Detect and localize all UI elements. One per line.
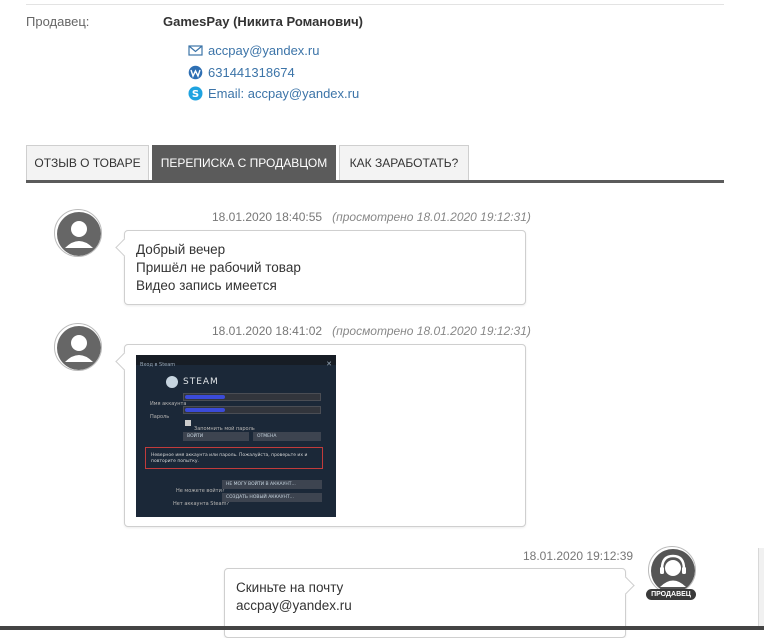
login-button: ВОЙТИ: [183, 432, 249, 441]
message-time: 18.01.2020 19:12:39: [523, 549, 634, 563]
steam-logo-text: STEAM: [183, 377, 219, 387]
message-meta: 18.01.2020 18:40:55 (просмотрено 18.01.2…: [212, 210, 531, 224]
bubble-pointer: [616, 576, 635, 595]
seller-name: GamesPay (Никита Романович): [163, 14, 363, 29]
envelope-icon: [188, 43, 203, 58]
svg-text:S: S: [192, 89, 199, 100]
user-icon: [57, 212, 101, 256]
tab-seller-chat[interactable]: ПЕРЕПИСКА С ПРОДАВЦОМ: [152, 145, 336, 180]
message-bubble: Вход в Steam ✕ STEAM Имя аккаунта Пароль…: [115, 344, 526, 527]
webmoney-icon: [188, 65, 203, 80]
message-line: accpay@yandex.ru: [236, 598, 352, 613]
password-label: Пароль: [150, 414, 170, 420]
error-box: Неверное имя аккаунта или пароль. Пожалу…: [145, 447, 323, 469]
message-time: 18.01.2020 18:41:02: [212, 324, 323, 338]
user-icon: [57, 326, 101, 370]
tab-bar: ОТЗЫВ О ТОВАРЕ ПЕРЕПИСКА С ПРОДАВЦОМ КАК…: [26, 145, 724, 183]
message-viewed: (просмотрено 18.01.2020 19:12:31): [332, 324, 531, 338]
message-line: Добрый вечер: [136, 242, 226, 257]
steam-logo-icon: [166, 376, 178, 388]
window-titlebar: Вход в Steam ✕: [136, 355, 336, 368]
attachment-image[interactable]: Вход в Steam ✕ STEAM Имя аккаунта Пароль…: [136, 355, 336, 517]
contact-skype[interactable]: S Email: accpay@yandex.ru: [188, 86, 359, 101]
buyer-avatar: [54, 323, 102, 371]
contact-webmoney[interactable]: 631441318674: [188, 65, 295, 80]
redaction-mark: [185, 395, 225, 399]
message-line: Скиньте на почту: [236, 580, 344, 595]
redaction-mark: [185, 408, 225, 412]
tab-how-to-earn[interactable]: КАК ЗАРАБОТАТЬ?: [339, 145, 469, 180]
bottom-bar: [0, 626, 764, 630]
seller-avatar: [648, 546, 696, 594]
bubble-pointer: [115, 238, 134, 257]
contact-email-text: accpay@yandex.ru: [208, 43, 320, 58]
skype-icon: S: [188, 86, 203, 101]
bubble-pointer: [115, 352, 134, 371]
steam-logo: STEAM: [166, 373, 219, 391]
message-bubble: Добрый вечер Пришёл не рабочий товар Вид…: [115, 230, 526, 305]
message-viewed: (просмотрено 18.01.2020 19:12:31): [332, 210, 531, 224]
message-time: 18.01.2020 18:40:55: [212, 210, 323, 224]
close-icon: ✕: [326, 360, 332, 368]
contact-webmoney-text: 631441318674: [208, 65, 295, 80]
seller-label: Продавец:: [26, 14, 90, 29]
remember-checkbox: [185, 420, 191, 426]
message-line: Пришёл не рабочий товар: [136, 260, 301, 275]
cancel-button: ОТМЕНА: [253, 432, 321, 441]
tab-review[interactable]: ОТЗЫВ О ТОВАРЕ: [26, 145, 149, 180]
seller-badge: ПРОДАВЕЦ: [646, 589, 696, 600]
scrollbar[interactable]: [758, 548, 764, 630]
message-meta: 18.01.2020 18:41:02 (просмотрено 18.01.2…: [212, 324, 531, 338]
tab-underline: [26, 180, 724, 183]
window-title: Вход в Steam: [140, 362, 176, 368]
support-agent-icon: [651, 549, 695, 593]
contact-skype-text: Email: accpay@yandex.ru: [208, 86, 360, 101]
no-account-label: Нет аккаунта Steam?: [173, 501, 230, 507]
contact-email[interactable]: accpay@yandex.ru: [188, 43, 319, 58]
message-line: Видео запись имеется: [136, 278, 277, 293]
error-text: Неверное имя аккаунта или пароль. Пожалу…: [151, 453, 308, 464]
create-account-button: СОЗДАТЬ НОВЫЙ АККАУНТ...: [222, 493, 322, 502]
top-divider: [26, 4, 724, 5]
buyer-avatar: [54, 209, 102, 257]
